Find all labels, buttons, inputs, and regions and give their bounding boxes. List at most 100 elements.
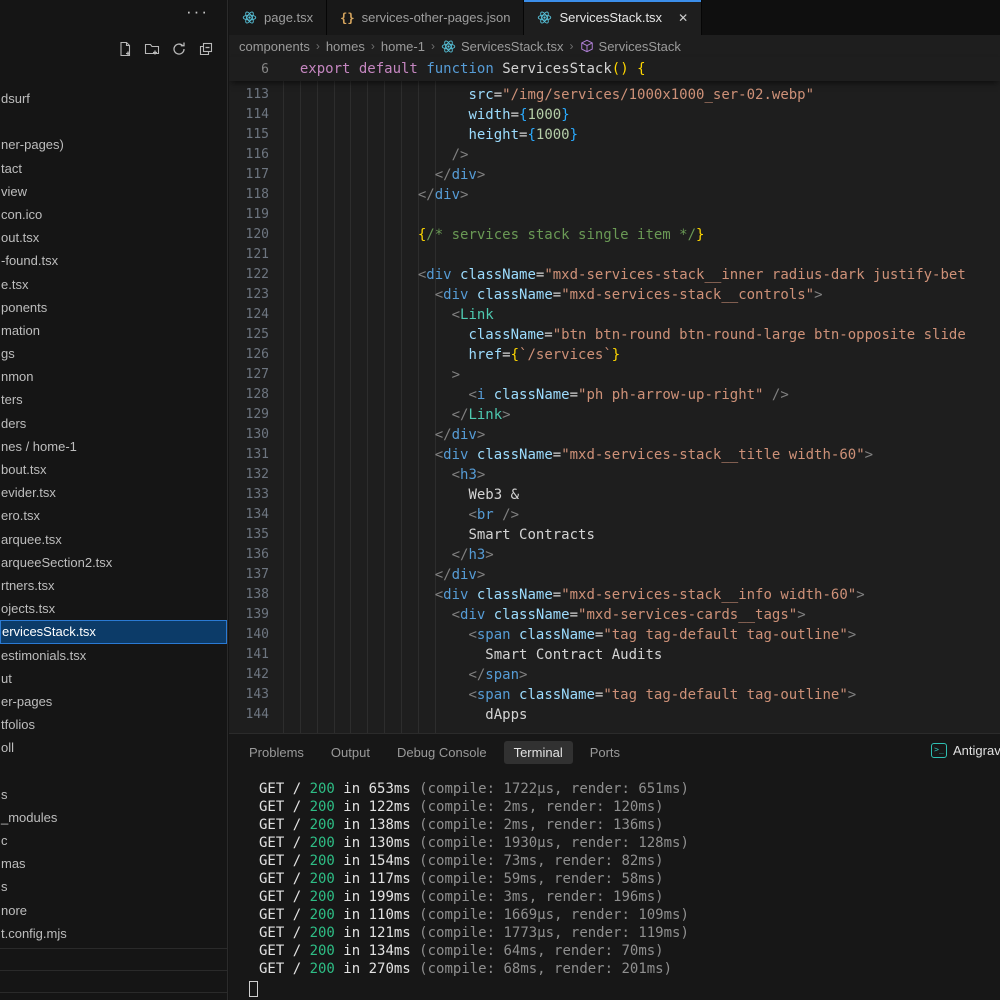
code-line[interactable]: 132 <h3> [229, 465, 1000, 485]
sidebar-item[interactable]: ponents [0, 296, 227, 319]
sidebar-item[interactable]: ero.tsx [0, 504, 227, 527]
sidebar-item[interactable]: arqueeSection2.tsx [0, 551, 227, 574]
sidebar-item[interactable]: s [0, 875, 227, 898]
sidebar-item[interactable]: arquee.tsx [0, 528, 227, 551]
code-line[interactable]: 138 <div className="mxd-services-stack__… [229, 585, 1000, 605]
panel-tab-terminal[interactable]: Terminal [504, 741, 573, 764]
sticky-scroll-line[interactable]: 6 export default function ServicesStack(… [229, 57, 1000, 81]
terminal-prompt-icon: >_ [931, 743, 947, 758]
sidebar-item[interactable]: e.tsx [0, 273, 227, 296]
code-line[interactable]: 137 </div> [229, 565, 1000, 585]
line-content: href={`/services`} [269, 345, 620, 365]
code-line[interactable]: 127 > [229, 365, 1000, 385]
explorer-actions [116, 40, 215, 58]
sidebar-item[interactable]: evider.tsx [0, 481, 227, 504]
sidebar-item[interactable]: ner-pages) [0, 133, 227, 156]
code-line[interactable]: 131 <div className="mxd-services-stack__… [229, 445, 1000, 465]
sidebar-item[interactable]: -found.tsx [0, 249, 227, 272]
sidebar-item[interactable]: er-pages [0, 690, 227, 713]
code-line[interactable]: 124 <Link [229, 305, 1000, 325]
sidebar-item[interactable]: bout.tsx [0, 458, 227, 481]
sidebar-item[interactable] [0, 110, 227, 133]
new-folder-icon[interactable] [143, 40, 161, 58]
sidebar-item[interactable]: estimonials.tsx [0, 644, 227, 667]
sidebar-item[interactable]: nore [0, 899, 227, 922]
sidebar-item[interactable]: gs [0, 342, 227, 365]
code-line[interactable]: 142 </span> [229, 665, 1000, 685]
code-line[interactable]: 136 </h3> [229, 545, 1000, 565]
sidebar-item[interactable]: s [0, 783, 227, 806]
code-line[interactable]: 120 {/* services stack single item */} [229, 225, 1000, 245]
sidebar-item[interactable]: ut [0, 667, 227, 690]
terminal-line: GET / 200 in 117ms (compile: 59ms, rende… [259, 870, 1000, 888]
code-line[interactable]: 118 </div> [229, 185, 1000, 205]
breadcrumb-item[interactable]: homes [326, 39, 365, 54]
more-actions-button[interactable]: ··· [186, 2, 209, 22]
code-line[interactable]: 130 </div> [229, 425, 1000, 445]
breadcrumb-item[interactable]: components [239, 39, 310, 54]
code-line[interactable]: 125 className="btn btn-round btn-round-l… [229, 325, 1000, 345]
code-line[interactable]: 121 [229, 245, 1000, 265]
new-file-icon[interactable] [116, 40, 134, 58]
sidebar-item[interactable]: ervicesStack.tsx [0, 620, 227, 643]
line-number: 119 [229, 205, 269, 225]
close-icon[interactable]: ✕ [678, 11, 688, 25]
code-line[interactable]: 126 href={`/services`} [229, 345, 1000, 365]
breadcrumb-item[interactable]: ServicesStack [580, 39, 681, 54]
sidebar-item[interactable]: ojects.tsx [0, 597, 227, 620]
code-line[interactable]: 129 </Link> [229, 405, 1000, 425]
sidebar-item[interactable]: ters [0, 388, 227, 411]
refresh-icon[interactable] [170, 40, 188, 58]
terminal-output[interactable]: GET / 200 in 653ms (compile: 1722µs, ren… [229, 770, 1000, 1000]
sidebar-item[interactable]: c [0, 829, 227, 852]
code-line[interactable]: 113 src="/img/services/1000x1000_ser-02.… [229, 85, 1000, 105]
code-line[interactable]: 143 <span className="tag tag-default tag… [229, 685, 1000, 705]
sidebar-item[interactable]: con.ico [0, 203, 227, 226]
code-line[interactable]: 134 <br /> [229, 505, 1000, 525]
code-line[interactable]: 114 width={1000} [229, 105, 1000, 125]
code-line[interactable]: 122 <div className="mxd-services-stack__… [229, 265, 1000, 285]
breadcrumb[interactable]: components›homes›home-1›ServicesStack.ts… [229, 35, 1000, 57]
code-line[interactable]: 115 height={1000} [229, 125, 1000, 145]
code-line[interactable]: 135 Smart Contracts [229, 525, 1000, 545]
sidebar-item[interactable]: mation [0, 319, 227, 342]
sidebar-item[interactable] [0, 759, 227, 782]
panel-tab-ports[interactable]: Ports [590, 745, 620, 760]
sidebar-item[interactable]: ders [0, 412, 227, 435]
code-line[interactable]: 141 Smart Contract Audits [229, 645, 1000, 665]
panel-tab-debug-console[interactable]: Debug Console [397, 745, 487, 760]
panel-tab-output[interactable]: Output [331, 745, 370, 760]
code-line[interactable]: 123 <div className="mxd-services-stack__… [229, 285, 1000, 305]
sidebar-item[interactable]: tfolios [0, 713, 227, 736]
breadcrumb-item[interactable]: ServicesStack.tsx [441, 39, 564, 54]
tab-services-other-pages.json[interactable]: {}services-other-pages.json [327, 0, 524, 35]
panel-tab-problems[interactable]: Problems [249, 745, 304, 760]
code-line[interactable]: 133 Web3 & [229, 485, 1000, 505]
code-line[interactable]: 144 dApps [229, 705, 1000, 725]
code-line[interactable]: 117 </div> [229, 165, 1000, 185]
code-editor[interactable]: 113 src="/img/services/1000x1000_ser-02.… [229, 81, 1000, 733]
explorer-sidebar: ··· dsurf ner-pages)tactviewcon.icoout.ts… [0, 0, 228, 1000]
code-line[interactable]: 128 <i className="ph ph-arrow-up-right" … [229, 385, 1000, 405]
sidebar-item[interactable]: nes / home-1 [0, 435, 227, 458]
sidebar-item[interactable]: view [0, 180, 227, 203]
code-line[interactable]: 119 [229, 205, 1000, 225]
sidebar-item[interactable]: t.config.mjs [0, 922, 227, 945]
code-line[interactable]: 139 <div className="mxd-services-cards__… [229, 605, 1000, 625]
sidebar-item[interactable]: oll [0, 736, 227, 759]
sidebar-item[interactable]: nmon [0, 365, 227, 388]
sidebar-item[interactable]: mas [0, 852, 227, 875]
line-number: 128 [229, 385, 269, 405]
tab-page.tsx[interactable]: page.tsx [229, 0, 327, 35]
sidebar-item[interactable]: tact [0, 157, 227, 180]
breadcrumb-item[interactable]: home-1 [381, 39, 425, 54]
code-line[interactable]: 116 /> [229, 145, 1000, 165]
collapse-folders-icon[interactable] [197, 40, 215, 58]
tab-ServicesStack.tsx[interactable]: ServicesStack.tsx✕ [524, 0, 702, 35]
line-content: src="/img/services/1000x1000_ser-02.webp… [269, 85, 814, 105]
sidebar-item[interactable]: rtners.tsx [0, 574, 227, 597]
sidebar-item[interactable]: _modules [0, 806, 227, 829]
sidebar-item[interactable]: out.tsx [0, 226, 227, 249]
sidebar-item[interactable]: dsurf [0, 87, 227, 110]
code-line[interactable]: 140 <span className="tag tag-default tag… [229, 625, 1000, 645]
